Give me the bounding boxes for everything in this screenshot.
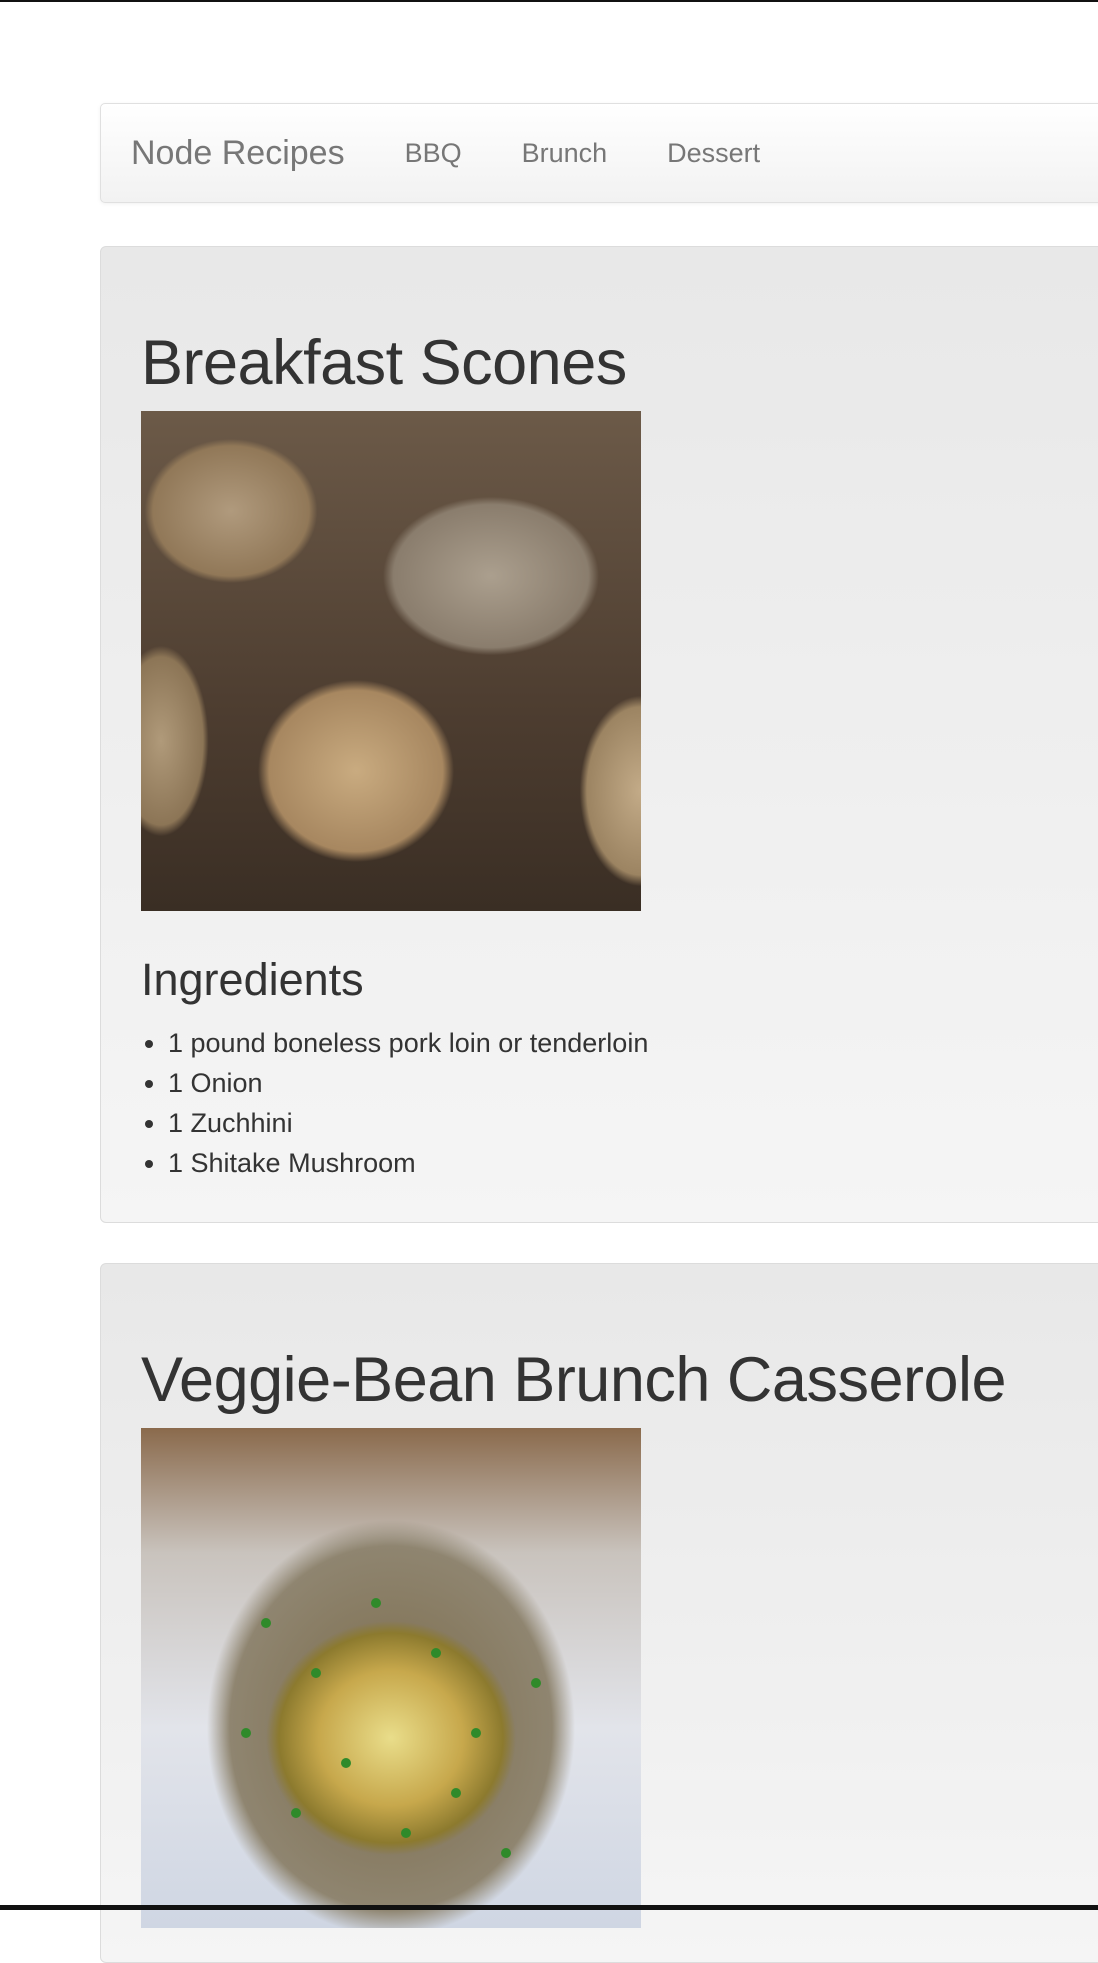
list-item: 1 Onion xyxy=(168,1063,1069,1103)
recipe-image xyxy=(141,411,641,911)
recipe-card: Breakfast Scones Ingredients 1 pound bon… xyxy=(100,246,1098,1223)
nav-link-bbq[interactable]: BBQ xyxy=(375,138,492,169)
list-item: 1 Shitake Mushroom xyxy=(168,1143,1069,1183)
recipe-title: Veggie-Bean Brunch Casserole xyxy=(141,1264,1069,1417)
herb-garnish xyxy=(241,1728,251,1738)
recipe-title: Breakfast Scones xyxy=(141,247,1069,400)
herb-garnish xyxy=(311,1668,321,1678)
herb-garnish xyxy=(431,1648,441,1658)
herb-garnish xyxy=(261,1618,271,1628)
nav-link-brunch[interactable]: Brunch xyxy=(492,138,638,169)
ingredients-list: 1 pound boneless pork loin or tenderloin… xyxy=(141,1023,1069,1183)
herb-garnish xyxy=(371,1598,381,1608)
recipe-image xyxy=(141,1428,641,1928)
herb-garnish xyxy=(501,1848,511,1858)
list-item: 1 Zuchhini xyxy=(168,1103,1069,1143)
window-top-border xyxy=(0,0,1098,2)
nav-link-dessert[interactable]: Dessert xyxy=(637,138,790,169)
herb-garnish xyxy=(341,1758,351,1768)
ingredients-heading: Ingredients xyxy=(141,953,1069,1007)
recipe-card: Veggie-Bean Brunch Casserole xyxy=(100,1263,1098,1963)
list-item: 1 pound boneless pork loin or tenderloin xyxy=(168,1023,1069,1063)
brand-link[interactable]: Node Recipes xyxy=(131,134,345,173)
herb-garnish xyxy=(531,1678,541,1688)
herb-garnish xyxy=(451,1788,461,1798)
herb-garnish xyxy=(291,1808,301,1818)
herb-garnish xyxy=(471,1728,481,1738)
navbar: Node Recipes BBQ Brunch Dessert xyxy=(100,103,1098,203)
herb-garnish xyxy=(401,1828,411,1838)
window-bottom-border xyxy=(0,1905,1098,1910)
